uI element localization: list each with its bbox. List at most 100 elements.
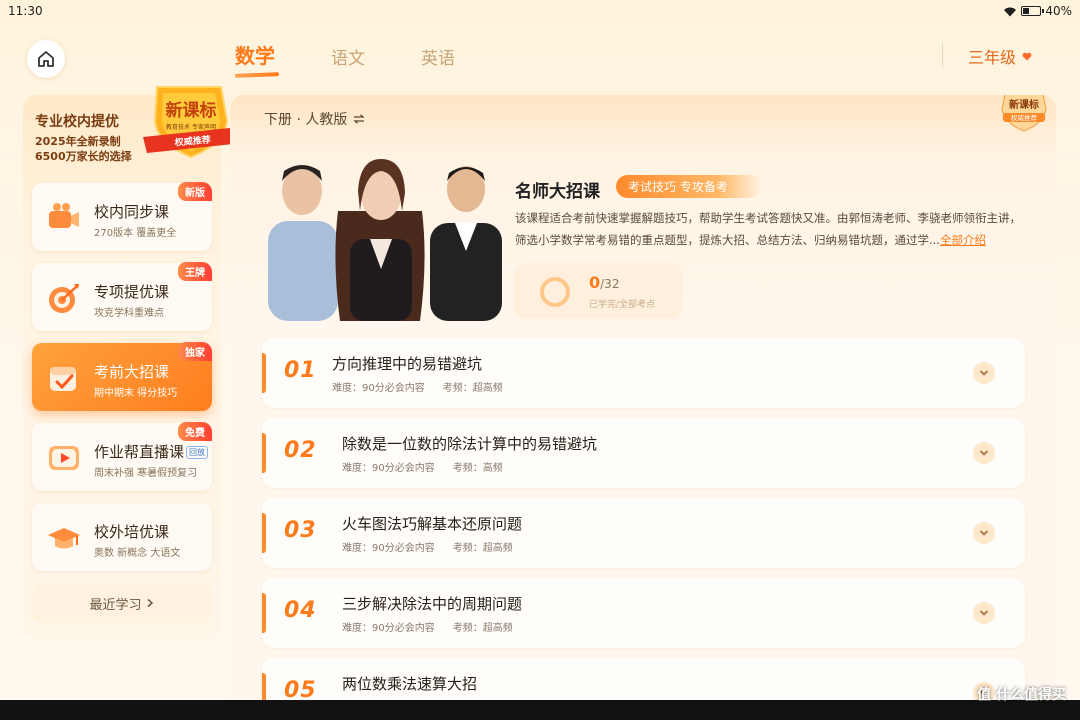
lesson-row[interactable]: 04 三步解决除法中的周期问题 难度：90分必会内容 考频：超高频: [262, 578, 1025, 648]
status-time: 11:30: [8, 4, 43, 18]
lesson-number: 01: [284, 358, 317, 383]
tab-chinese[interactable]: 语文: [331, 44, 365, 69]
chevron-down-icon: [979, 450, 989, 456]
chevron-down-icon: [979, 530, 989, 536]
expand-button[interactable]: [973, 522, 995, 544]
calendar-check-icon: [50, 367, 76, 391]
expand-button[interactable]: [973, 442, 995, 464]
edition-switcher[interactable]: 下册 · 人教版: [264, 109, 366, 129]
progress-ring: [540, 277, 570, 307]
lesson-difficulty: 难度：90分必会内容: [332, 383, 425, 394]
sidebar-item-subtitle: 270版本 覆盖更全: [94, 228, 177, 239]
status-icons: 40%: [1003, 4, 1072, 18]
lesson-number: 04: [284, 598, 317, 623]
sidebar-item-title: 校内同步课: [94, 203, 170, 221]
course-panel: 下册 · 人教版 新课标 权威推荐 名师大招课 考试技巧 专攻备考 该课程适合考…: [230, 95, 1056, 720]
lesson-frequency: 考频：超高频: [442, 383, 503, 394]
watermark: 值 什么值得买: [977, 687, 1066, 703]
sidebar-item-subtitle: 奥数 新概念 大语文: [94, 548, 181, 559]
swap-icon: [353, 114, 366, 124]
home-icon: [38, 51, 54, 67]
lesson-number: 03: [284, 518, 317, 543]
sidebar-item-title: 考前大招课: [94, 363, 170, 381]
play-icon: [49, 446, 79, 470]
promo-title: 专业校内提优: [35, 114, 119, 130]
home-button[interactable]: [27, 40, 65, 78]
sidebar-item-live-course[interactable]: 作业帮直播课 回放 周末补强 寒暑假预复习 免费: [32, 422, 212, 491]
recent-learning-button[interactable]: 最近学习: [32, 583, 212, 623]
promo-line-2: 6500万家长的选择: [35, 150, 132, 163]
chevron-down-icon: [979, 370, 989, 376]
sidebar-item-title: 校外培优课: [94, 523, 170, 541]
lesson-difficulty: 难度：90分必会内容: [342, 543, 435, 554]
lesson-meta: 难度：90分必会内容 考频：超高频: [342, 539, 531, 554]
lesson-title: 火车图法巧解基本还原问题: [342, 515, 523, 533]
subject-tabs: 数学 语文 英语: [235, 40, 511, 69]
sidebar-item-tag: 独家: [178, 342, 212, 361]
tab-english[interactable]: 英语: [421, 44, 455, 69]
lesson-row[interactable]: 01 方向推理中的易错避坑 难度：90分必会内容 考频：超高频: [262, 338, 1025, 408]
more-intro-link[interactable]: 全部介绍: [940, 233, 986, 247]
battery-fill: [1023, 8, 1030, 14]
replay-mini-badge: 回放: [186, 446, 209, 459]
sidebar-item-subtitle: 期中期末 得分技巧: [94, 388, 178, 399]
grade-selector[interactable]: 三年级: [968, 44, 1032, 68]
graduation-cap-icon: [48, 528, 80, 549]
sidebar-item-exam-course[interactable]: 考前大招课 期中期末 得分技巧 独家: [32, 342, 212, 411]
sidebar-item-sync-course[interactable]: 校内同步课 270版本 覆盖更全 新版: [32, 182, 212, 251]
promo-line-1: 2025年全新录制: [35, 135, 121, 148]
shield-badge-title: 新课标: [166, 100, 217, 121]
progress-card: 0/32 已学完/全部考点: [514, 263, 682, 319]
tab-math[interactable]: 数学: [235, 40, 275, 69]
lesson-frequency: 考频：超高频: [452, 543, 513, 554]
lesson-title: 两位数乘法速算大招: [342, 675, 478, 693]
sidebar-item-subtitle: 周末补强 寒暑假预复习: [94, 468, 198, 479]
sidebar-item-tag: 王牌: [178, 262, 212, 281]
progress-done: 0: [589, 273, 601, 292]
corner-curriculum-badge-icon: 新课标 权威推荐: [1001, 95, 1047, 132]
progress-count: 0/32: [589, 273, 619, 292]
expand-button[interactable]: [973, 602, 995, 624]
video-camera-icon: [49, 203, 79, 228]
chevron-down-icon: [979, 610, 989, 616]
lesson-row[interactable]: 03 火车图法巧解基本还原问题 难度：90分必会内容 考频：超高频: [262, 498, 1025, 568]
sidebar: 专业校内提优 2025年全新录制 6500万家长的选择 新课标 教育技术 专家声…: [23, 86, 243, 640]
wifi-icon: [1004, 7, 1017, 16]
lesson-number: 02: [284, 438, 317, 463]
lesson-frequency: 考频：超高频: [452, 623, 513, 634]
teachers-photo: [268, 159, 502, 321]
course-description: 该课程适合考前快速掌握解题技巧，帮助学生考试答题快又准。由郭恒涛老师、李骁老师领…: [515, 207, 1030, 251]
sidebar-item-special-course[interactable]: 专项提优课 攻克学科重难点 王牌: [32, 262, 212, 331]
corner-badge-title: 新课标: [1009, 98, 1039, 111]
chevron-right-icon: [147, 598, 153, 608]
lesson-frequency: 考频：高频: [452, 463, 503, 474]
status-bar: 11:30 40%: [0, 0, 1080, 22]
target-icon: [49, 284, 79, 313]
sidebar-item-title: 专项提优课: [94, 283, 170, 301]
expand-button[interactable]: [973, 362, 995, 384]
lesson-title: 三步解决除法中的周期问题: [342, 595, 523, 613]
grade-label: 三年级: [968, 48, 1017, 67]
lesson-meta: 难度：90分必会内容 考频：超高频: [332, 379, 521, 394]
nav-divider: [942, 43, 943, 67]
lesson-title: 除数是一位数的除法计算中的易错避坑: [342, 435, 598, 453]
battery-icon: [1021, 6, 1045, 16]
course-tag: 考试技巧 专攻备考: [616, 175, 762, 198]
shield-badge-small: 教育技术 专家声明: [166, 123, 216, 131]
heart-dropdown-icon: [1022, 52, 1032, 60]
lesson-difficulty: 难度：90分必会内容: [342, 623, 435, 634]
battery-percent: 40%: [1045, 4, 1072, 18]
sidebar-item-subtitle: 攻克学科重难点: [94, 308, 164, 319]
sidebar-item-title: 作业帮直播课 回放: [94, 441, 209, 462]
lesson-meta: 难度：90分必会内容 考频：超高频: [342, 619, 531, 634]
lesson-difficulty: 难度：90分必会内容: [342, 463, 435, 474]
sidebar-item-outside-course[interactable]: 校外培优课 奥数 新概念 大语文: [32, 503, 212, 571]
lesson-title: 方向推理中的易错避坑: [332, 355, 483, 373]
lesson-row[interactable]: 02 除数是一位数的除法计算中的易错避坑 难度：90分必会内容 考频：高频: [262, 418, 1025, 488]
recent-learning-label: 最近学习: [89, 597, 142, 613]
sidebar-item-tag: 新版: [178, 182, 212, 201]
corner-badge-ribbon: 权威推荐: [1011, 113, 1038, 122]
home-indicator-bar: [0, 700, 1080, 720]
lesson-meta: 难度：90分必会内容 考频：高频: [342, 459, 521, 474]
sidebar-item-tag: 免费: [178, 422, 212, 441]
